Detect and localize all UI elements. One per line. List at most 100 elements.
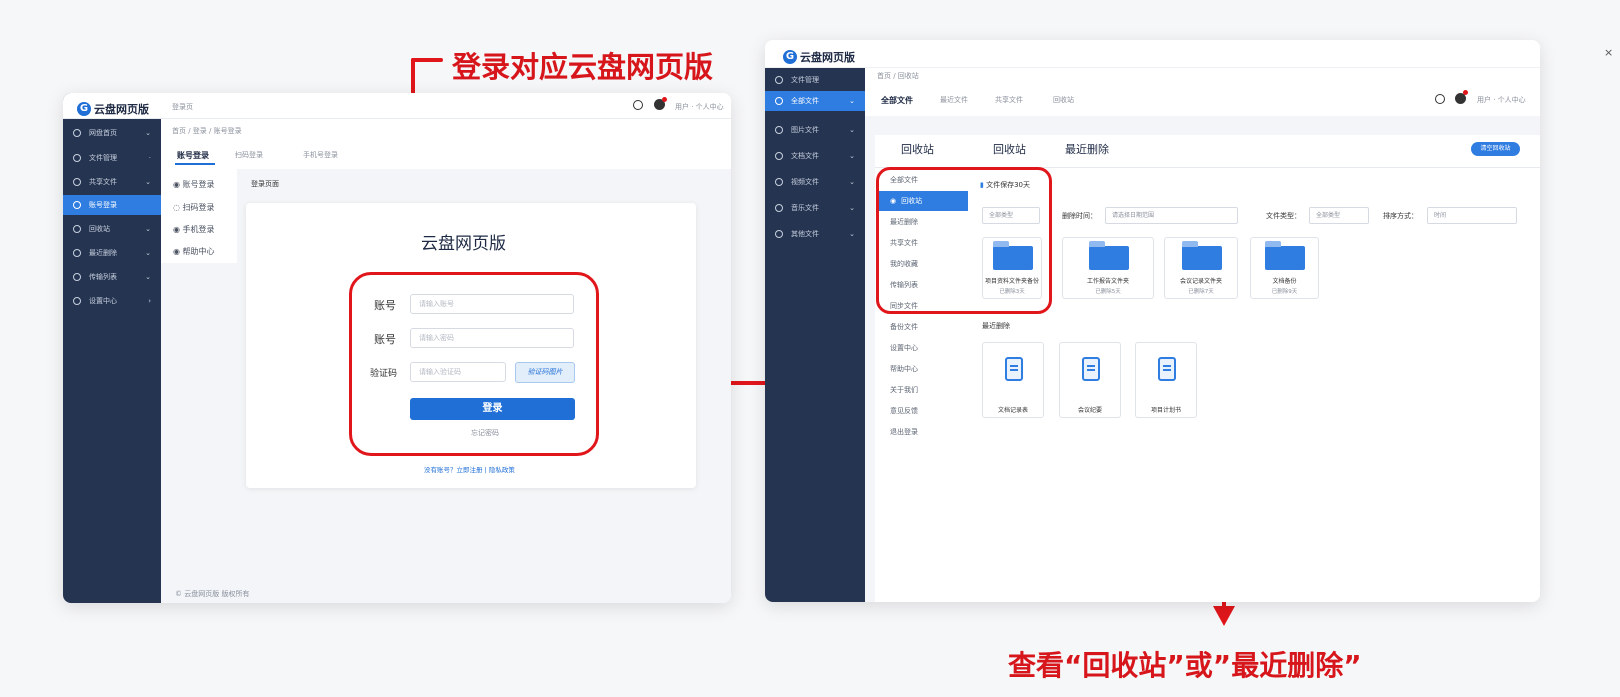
rsub-item-13[interactable]: 退出登录 [878,422,968,442]
header-title: 登录页 [172,103,193,111]
chevron-down-icon: ⌄ [145,178,151,186]
section-title: 登录页面 [251,180,279,188]
tab-account[interactable]: 账号登录 [177,150,209,161]
highlight-login-form [349,272,599,456]
sidebar-item-3[interactable]: 共享文件 ⌄ [63,172,161,192]
rsub-item-12[interactable]: 意见反馈 [878,401,968,421]
card-title: 云盘网页版 [421,234,506,254]
folder-icon [1182,241,1222,270]
filter-date-input[interactable]: 请选择日期范围 [1105,207,1238,224]
sidebar-item-8[interactable]: 设置中心 › [63,291,161,311]
chevron-down-icon: ⌄ [849,178,855,186]
tab-phone[interactable]: 手机号登录 [303,150,338,160]
rs-item-2[interactable]: 图片文件 ⌄ [765,120,865,140]
filter-filetype-label: 文件类型： [1266,212,1301,220]
cloud-logo-icon: G [783,49,797,64]
deleted-folder-card[interactable]: 工作报告文件夹 已删除5天 [1062,237,1154,299]
tab-qr[interactable]: 扫码登录 [235,150,263,160]
subnav-item-4[interactable]: ◉ 帮助中心 [173,246,215,257]
empty-recycle-button[interactable]: 清空回收站 [1471,142,1520,156]
login-topbar: G 云盘网页版 登录页 用户 · 个人中心 [63,93,731,119]
caption-recycle: 查看“回收站”或”最近删除” [1008,649,1362,682]
rs-item-0[interactable]: 文件管理 [765,70,865,90]
chevron-icon: › [148,297,151,305]
sidebar-item-7[interactable]: 传输列表 ⌄ [63,267,161,287]
heading-recent-deleted[interactable]: 最近删除 [1065,141,1109,157]
top-tab-2[interactable]: 最近文件 [940,95,968,105]
document-icon [1082,357,1100,381]
home-icon [73,129,81,137]
heading-recycle[interactable]: 回收站 [993,141,1026,157]
login-sidebar: 网盘首页 ⌄ 文件管理 · 共享文件 ⌄ 账号登录 回收站 ⌄ 最近删除 ⌄ 传输列表 ⌄ … [63,93,161,603]
user-icon [73,201,81,209]
login-logo: G 云盘网页版 [77,98,149,117]
subnav-item-3[interactable]: ◉ 手机登录 [173,224,215,235]
rsub-item-10[interactable]: 帮助中心 [878,359,968,379]
rs-item-5[interactable]: 音乐文件 ⌄ [765,198,865,218]
rs-item-4[interactable]: 视频文件 ⌄ [765,172,865,192]
chevron-down-icon: ⌄ [849,152,855,160]
caption-login: 登录对应云盘网页版 [452,50,714,84]
notification-dot [662,97,667,102]
tab-active-underline [175,163,215,165]
image-icon [775,126,783,134]
top-tab-3[interactable]: 共享文件 [995,95,1023,105]
register-link[interactable]: 没有账号？立即注册 | 隐私政策 [424,464,515,474]
music-icon [775,204,783,212]
other-icon [775,230,783,238]
search-icon[interactable] [1435,94,1445,104]
top-tab-4[interactable]: 回收站 [1053,95,1074,105]
folder-icon [73,154,81,162]
deleted-doc-card[interactable]: 项目计划书 [1135,342,1197,418]
folder-icon [775,76,783,84]
chevron-down-icon: ⌄ [849,126,855,134]
transfer-icon [73,273,81,281]
search-icon[interactable] [633,100,643,110]
login-footer: © 云盘网页版 版权所有 [175,590,250,598]
sidebar-item-5[interactable]: 回收站 ⌄ [63,219,161,239]
filter-sort-select[interactable]: 时间 [1427,207,1517,224]
user-menu[interactable]: 用户 · 个人中心 [1477,95,1526,105]
share-icon [73,178,81,186]
recycle-titlebar: G 云盘网页版 [765,40,1540,68]
rs-item-6[interactable]: 其他文件 ⌄ [765,224,865,244]
filter-sort-label: 排序方式： [1383,212,1418,220]
sidebar-item-2[interactable]: 文件管理 · [63,148,161,168]
rs-item-active[interactable]: 全部文件 ⌄ [765,91,865,111]
document-icon [1005,357,1023,381]
filter-date-label: 删除时间： [1062,212,1097,220]
deleted-doc-card[interactable]: 文档记录表 [982,342,1044,418]
login-subnav: ◉ 账号登录 ◌ 扫码登录 ◉ 手机登录 ◉ 帮助中心 [161,169,237,263]
rsub-item-11[interactable]: 关于我们 [878,380,968,400]
notification-dot [1463,90,1468,95]
breadcrumb: 首页 / 登录 / 账号登录 [172,127,242,135]
document-icon [775,152,783,160]
folder-icon [1089,241,1129,270]
clock-icon [73,249,81,257]
trash-icon [73,225,81,233]
deleted-folder-card[interactable]: 会议记录文件夹 已删除7天 [1164,237,1238,299]
subnav-item-1[interactable]: ◉ 账号登录 [173,179,215,190]
user-menu[interactable]: 用户 · 个人中心 [675,102,724,112]
chevron-down-icon: ⌄ [145,225,151,233]
rs-item-3[interactable]: 文档文件 ⌄ [765,146,865,166]
arrow-down2-head [1213,606,1235,626]
video-icon [775,178,783,186]
close-icon[interactable]: × [1604,46,1613,59]
arrow-down-hook [411,58,443,62]
sidebar-item-6[interactable]: 最近删除 ⌄ [63,243,161,263]
sidebar-item-1[interactable]: 网盘首页 ⌄ [63,123,161,143]
rsub-item-8[interactable]: 备份文件 [878,317,968,337]
recycle-logo: G 云盘网页版 [783,46,855,65]
recycle-sidebar: 文件管理 全部文件 ⌄ 图片文件 ⌄ 文档文件 ⌄ 视频文件 ⌄ 音乐文件 ⌄ 其他文件 ⌄ [765,68,865,602]
rsub-item-9[interactable]: 设置中心 [878,338,968,358]
deleted-doc-card[interactable]: 会议纪要 [1059,342,1121,418]
recent-deleted-heading: 最近删除 [982,322,1010,330]
chevron-down-icon: ⌄ [849,230,855,238]
filter-filetype-select[interactable]: 全部类型 [1309,207,1369,224]
document-icon [1158,357,1176,381]
deleted-folder-card[interactable]: 文档备份 已删除9天 [1250,237,1319,299]
subnav-item-2[interactable]: ◌ 扫码登录 [173,202,215,213]
top-tab-1[interactable]: 全部文件 [881,95,913,106]
sidebar-item-active[interactable]: 账号登录 [63,195,161,215]
